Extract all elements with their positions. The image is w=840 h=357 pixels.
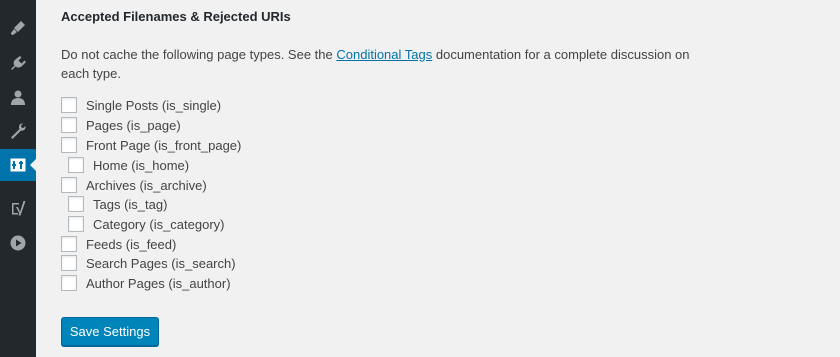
option-archives[interactable]: Archives (is_archive) [61,176,207,194]
section-description: Do not cache the following page types. S… [61,45,701,83]
single-posts-label: Single Posts (is_single) [86,97,222,113]
settings-icon[interactable] [0,149,37,181]
tags-checkbox[interactable] [68,196,84,212]
option-single-posts[interactable]: Single Posts (is_single) [61,96,221,114]
option-tags[interactable]: Tags (is_tag) [68,195,167,213]
option-author-pages[interactable]: Author Pages (is_author) [61,274,231,292]
home-checkbox[interactable] [68,157,84,173]
tools-icon[interactable] [0,115,36,147]
pages-label: Pages (is_page) [86,117,181,133]
conditional-tags-link[interactable]: Conditional Tags [336,47,432,62]
tags-label: Tags (is_tag) [93,196,168,212]
home-label: Home (is_home) [93,157,190,173]
pages-checkbox[interactable] [61,117,77,133]
single-posts-checkbox[interactable] [61,97,77,113]
section-title: Accepted Filenames & Rejected URIs [61,9,291,24]
category-checkbox[interactable] [68,216,84,232]
feeds-label: Feeds (is_feed) [86,236,177,252]
option-feeds[interactable]: Feeds (is_feed) [61,235,176,253]
option-search-pages[interactable]: Search Pages (is_search) [61,254,236,272]
archives-checkbox[interactable] [61,177,77,193]
feeds-checkbox[interactable] [61,236,77,252]
front-page-checkbox[interactable] [61,137,77,153]
front-page-label: Front Page (is_front_page) [86,137,242,153]
search-pages-label: Search Pages (is_search) [86,255,236,271]
option-category[interactable]: Category (is_category) [68,215,225,233]
author-pages-label: Author Pages (is_author) [86,275,231,291]
admin-sidebar [0,0,37,357]
appearance-icon[interactable] [0,12,36,44]
description-text-before: Do not cache the following page types. S… [61,47,337,62]
option-pages[interactable]: Pages (is_page) [61,116,181,134]
search-pages-checkbox[interactable] [61,255,77,271]
option-home[interactable]: Home (is_home) [68,156,189,174]
media-play-icon[interactable] [0,227,36,259]
save-settings-button[interactable]: Save Settings [61,317,159,346]
users-icon[interactable] [0,82,36,114]
author-pages-checkbox[interactable] [61,275,77,291]
archives-label: Archives (is_archive) [86,177,207,193]
yoast-seo-icon[interactable] [0,192,36,224]
category-label: Category (is_category) [93,216,225,232]
option-front-page[interactable]: Front Page (is_front_page) [61,136,241,154]
plugins-icon[interactable] [0,48,36,80]
